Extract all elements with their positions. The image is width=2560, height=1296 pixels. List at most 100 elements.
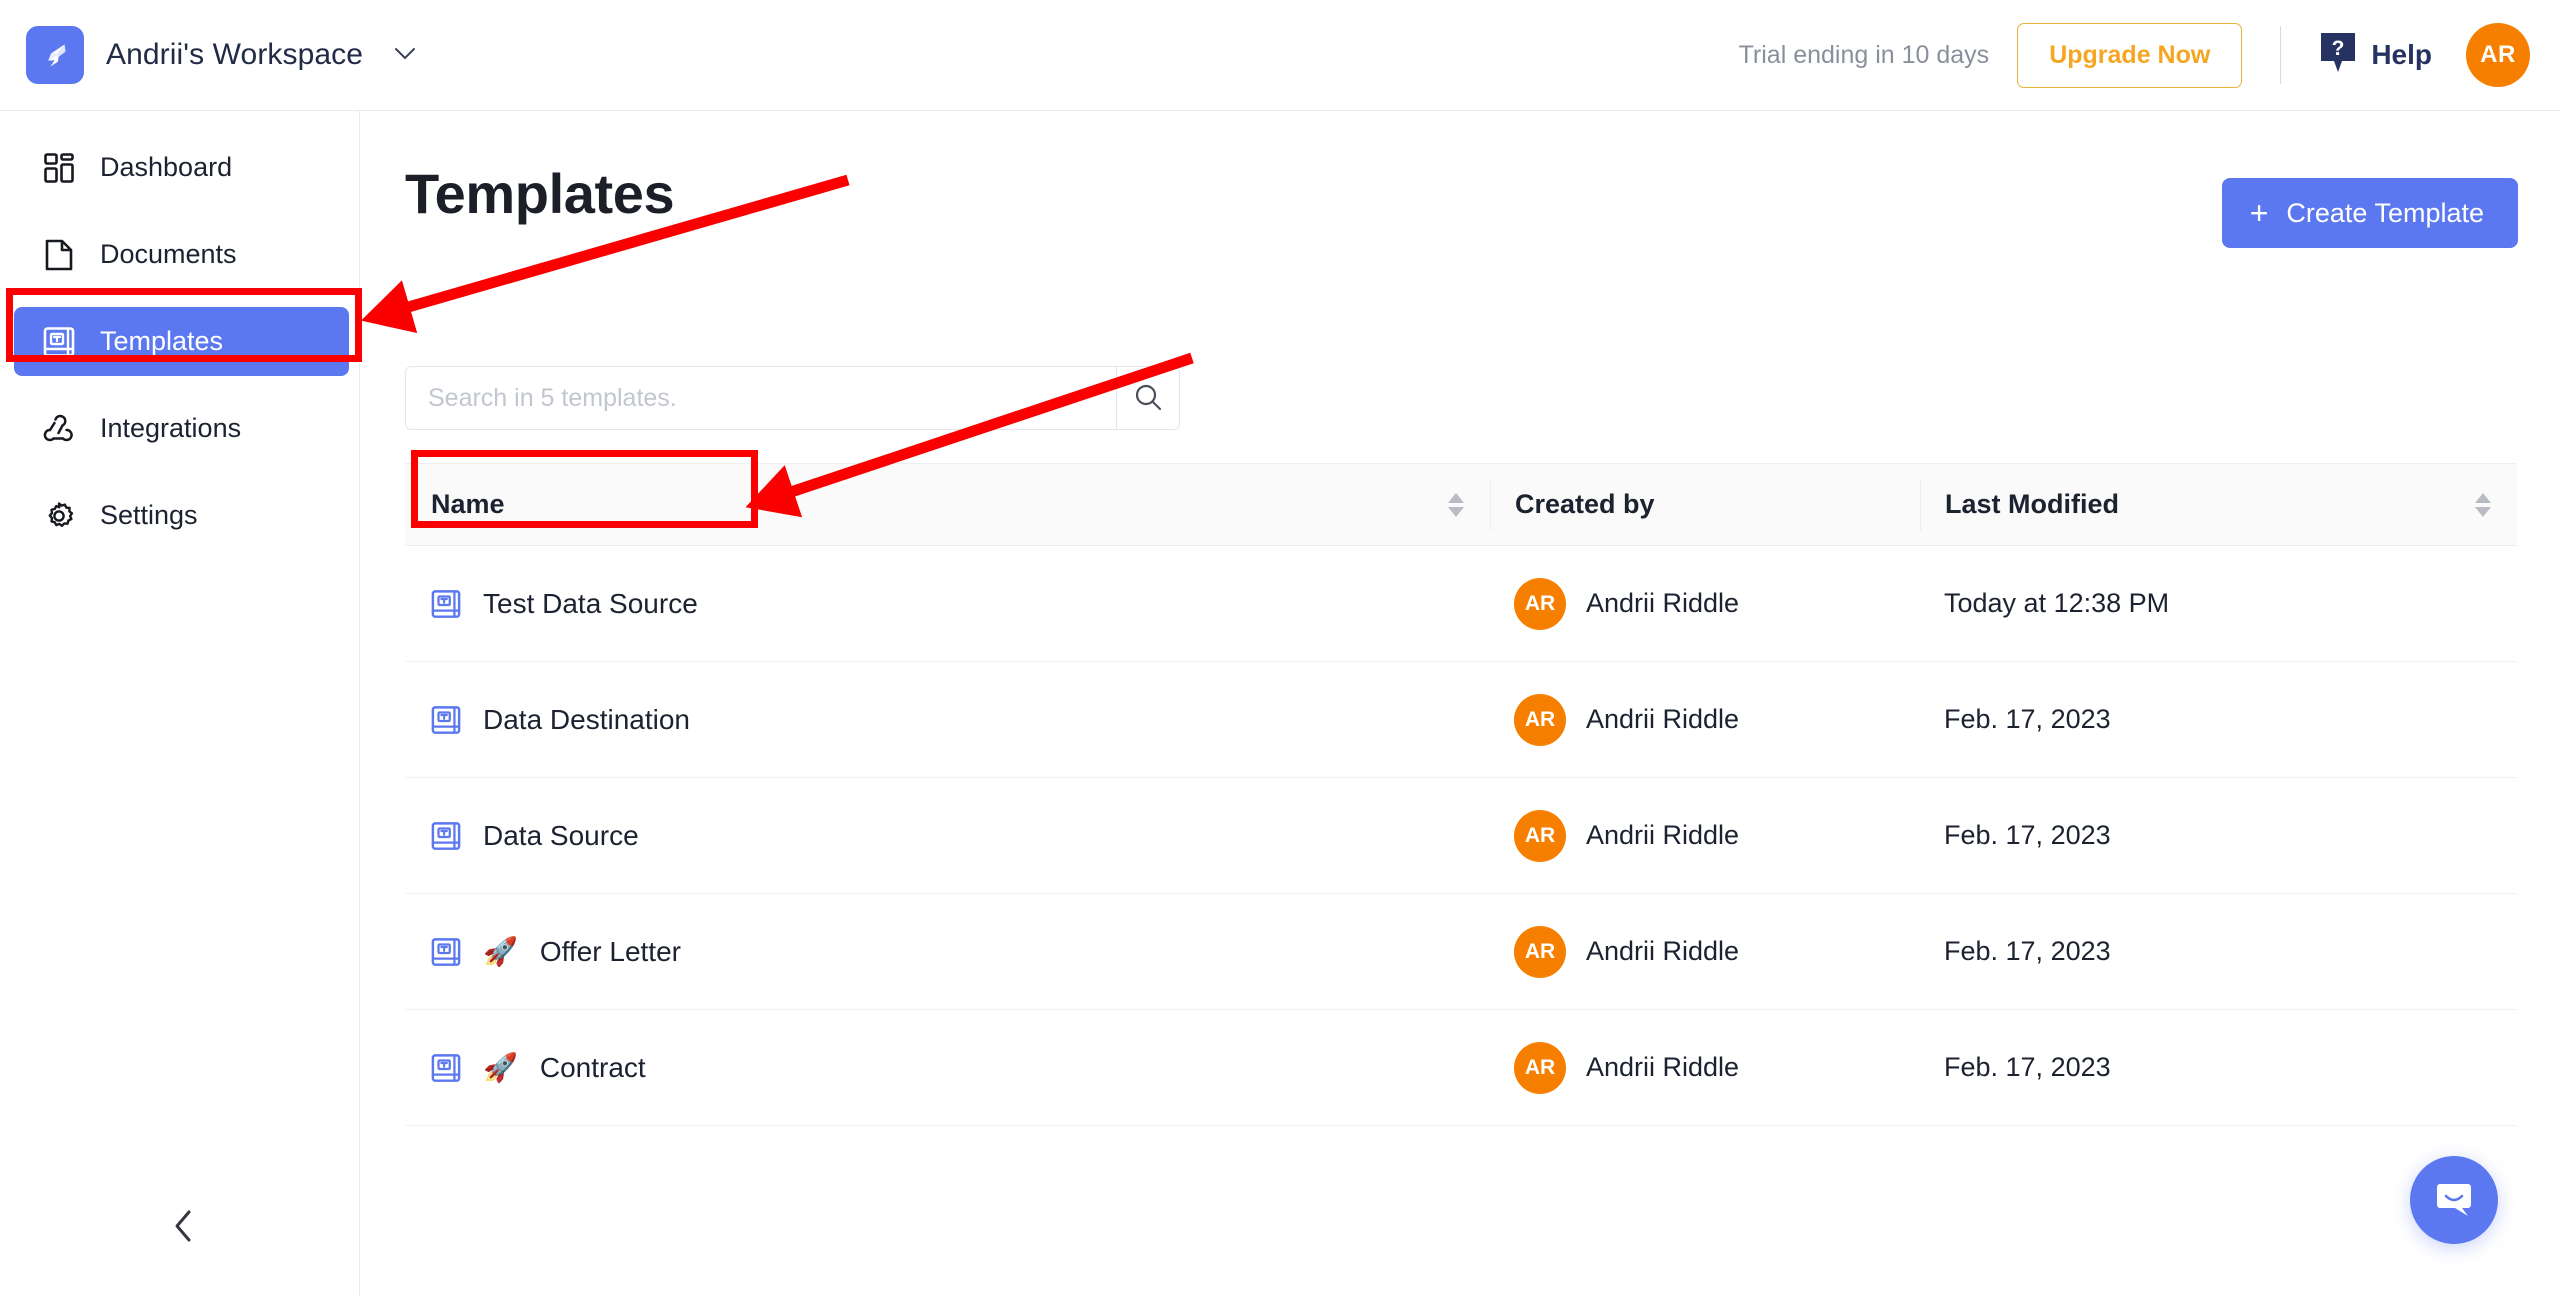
top-bar-right: Trial ending in 10 days Upgrade Now ? He… [1738, 22, 2560, 88]
trial-status-text: Trial ending in 10 days [1738, 40, 1990, 69]
document-page-icon [42, 238, 76, 272]
author-name: Andrii Riddle [1586, 704, 1740, 734]
sidebar-item-dashboard[interactable]: Dashboard [14, 133, 349, 202]
gear-icon [42, 499, 76, 533]
cell-last-modified: Feb. 17, 2023 [1944, 936, 2111, 966]
sidebar-item-label: Dashboard [100, 152, 233, 182]
sidebar-collapse-button[interactable] [158, 1202, 210, 1254]
template-name: Offer Letter [539, 935, 681, 967]
author-name: Andrii Riddle [1586, 936, 1740, 966]
avatar[interactable]: AR [2466, 23, 2530, 87]
bird-logo-icon [26, 26, 84, 84]
create-template-label: Create Template [2286, 197, 2484, 228]
avatar: AR [1514, 1041, 1566, 1094]
sort-descending-icon [1448, 506, 1464, 517]
sidebar-item-settings[interactable]: Settings [14, 481, 349, 550]
table-row[interactable]: Test Data Source AR Andrii Riddle Today at … [405, 546, 2517, 662]
column-header-label: Created by [1515, 489, 1655, 519]
table-body: Test Data Source AR Andrii Riddle Today at … [405, 546, 2517, 1126]
plus-icon: + [2249, 195, 2269, 231]
upgrade-now-button[interactable]: Upgrade Now [2017, 22, 2243, 88]
cell-created-by: AR Andrii Riddle [1490, 577, 1920, 630]
cell-name[interactable]: Test Data Source [405, 588, 1490, 620]
workspace-name: Andrii's Workspace [106, 38, 364, 71]
cell-last-modified: Feb. 17, 2023 [1944, 1052, 2111, 1082]
search-icon [1133, 382, 1163, 415]
top-bar-divider [2280, 26, 2282, 84]
sort-toggle-name[interactable] [1448, 492, 1464, 517]
column-header-last-modified[interactable]: Last Modified [1920, 478, 2517, 531]
chat-bubble-smile-icon [2431, 1175, 2477, 1226]
dashboard-grid-icon [42, 151, 76, 185]
sort-ascending-icon [2475, 492, 2491, 503]
table-row[interactable]: Data Destination AR Andrii Riddle Feb. 17, … [405, 662, 2517, 778]
sort-descending-icon [2475, 506, 2491, 517]
author-name: Andrii Riddle [1586, 1052, 1740, 1082]
author-name: Andrii Riddle [1586, 820, 1740, 850]
column-header-name[interactable]: Name [405, 489, 1490, 520]
cell-created-by: AR Andrii Riddle [1490, 1041, 1920, 1094]
cell-name[interactable]: 🚀 Offer Letter [405, 936, 1490, 968]
column-header-label: Name [431, 489, 505, 519]
sort-ascending-icon [1448, 492, 1464, 503]
help-button[interactable]: ? Help [2319, 31, 2432, 80]
search-bar [405, 366, 1180, 430]
brand-block[interactable]: Andrii's Workspace [0, 26, 416, 84]
help-label: Help [2371, 39, 2432, 70]
svg-text:?: ? [2332, 37, 2345, 60]
cell-name[interactable]: Data Source [405, 820, 1490, 852]
template-book-icon [431, 588, 461, 620]
template-name: Data Destination [483, 703, 691, 735]
templates-table: Name Created by Last Modified Test Data … [405, 463, 2517, 1126]
cell-created-by: AR Andrii Riddle [1490, 809, 1920, 862]
table-row[interactable]: 🚀 Offer Letter AR Andrii Riddle Feb. 17, 202… [405, 894, 2517, 1010]
sidebar-nav: Dashboard Documents Templates Integratio… [0, 111, 359, 550]
app-window: Andrii's Workspace Trial ending in 10 da… [0, 0, 2560, 1296]
template-book-icon [42, 325, 76, 359]
top-bar: Andrii's Workspace Trial ending in 10 da… [0, 0, 2560, 111]
avatar: AR [1514, 577, 1566, 630]
create-template-button[interactable]: + Create Template [2221, 178, 2518, 248]
template-book-icon [431, 936, 461, 968]
sort-toggle-last-modified[interactable] [2475, 492, 2491, 517]
main-content: Templates + Create Template Name [360, 111, 2560, 1296]
chevron-left-icon [171, 1209, 197, 1248]
sidebar-item-label: Documents [100, 239, 237, 269]
sidebar: Dashboard Documents Templates Integratio… [0, 111, 360, 1296]
sidebar-item-integrations[interactable]: Integrations [14, 394, 349, 463]
search-input[interactable] [405, 366, 1116, 430]
template-book-icon [431, 820, 461, 852]
sidebar-item-templates[interactable]: Templates [14, 307, 349, 376]
chat-launcher-button[interactable] [2410, 1156, 2498, 1244]
author-name: Andrii Riddle [1586, 588, 1740, 618]
cell-last-modified: Feb. 17, 2023 [1944, 704, 2111, 734]
search-button[interactable] [1116, 366, 1180, 430]
cell-last-modified: Feb. 17, 2023 [1944, 820, 2111, 850]
template-book-icon [431, 704, 461, 736]
cell-name[interactable]: 🚀 Contract [405, 1052, 1490, 1084]
template-book-icon [431, 1052, 461, 1084]
sidebar-item-label: Settings [100, 500, 198, 530]
cell-last-modified: Today at 12:38 PM [1944, 588, 2170, 618]
template-name: Data Source [483, 819, 639, 851]
rocket-emoji-icon: 🚀 [483, 1051, 518, 1083]
avatar: AR [1514, 693, 1566, 746]
chevron-down-icon[interactable] [394, 43, 416, 67]
integrations-webhook-icon [42, 412, 76, 446]
table-row[interactable]: Data Source AR Andrii Riddle Feb. 17, 2023 [405, 778, 2517, 894]
cell-name[interactable]: Data Destination [405, 704, 1490, 736]
avatar: AR [1514, 809, 1566, 862]
template-name: Test Data Source [483, 587, 698, 619]
rocket-emoji-icon: 🚀 [483, 935, 518, 967]
help-question-bubble-icon: ? [2319, 31, 2357, 80]
column-header-label: Last Modified [1945, 489, 2119, 519]
sidebar-item-documents[interactable]: Documents [14, 220, 349, 289]
column-header-created-by[interactable]: Created by [1490, 478, 1920, 531]
table-row[interactable]: 🚀 Contract AR Andrii Riddle Feb. 17, 2023 [405, 1010, 2517, 1126]
sidebar-item-label: Integrations [100, 413, 242, 443]
sidebar-item-label: Templates [100, 326, 224, 356]
table-header-row: Name Created by Last Modified [405, 463, 2517, 546]
cell-created-by: AR Andrii Riddle [1490, 693, 1920, 746]
cell-created-by: AR Andrii Riddle [1490, 925, 1920, 978]
page-title: Templates [405, 162, 675, 225]
